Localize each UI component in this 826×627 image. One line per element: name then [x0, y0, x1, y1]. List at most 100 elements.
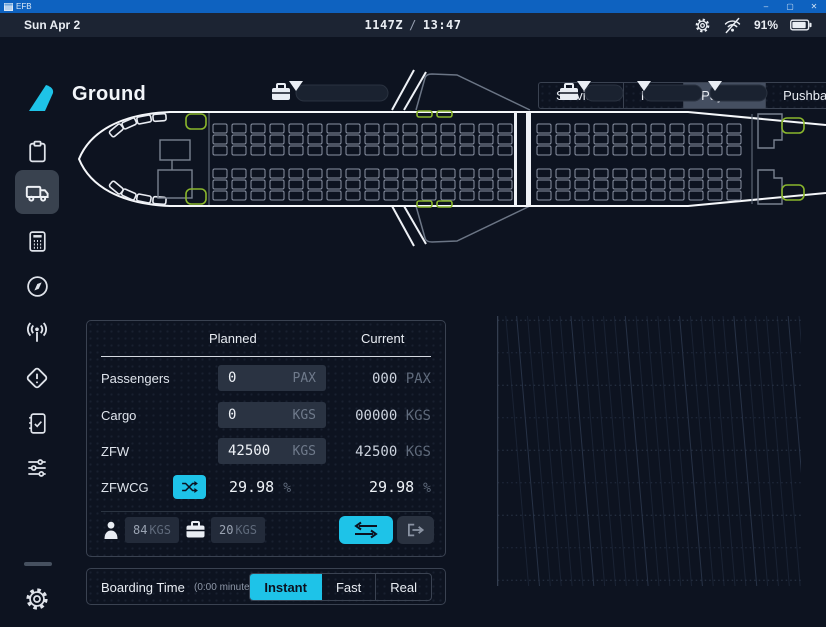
door-1L[interactable] — [186, 114, 206, 129]
sidebar-item-checklist[interactable] — [15, 401, 59, 445]
close-button[interactable]: ✕ — [802, 2, 826, 11]
seat — [270, 135, 284, 144]
boarding-time-duration: (0:00 minutes) — [194, 582, 258, 593]
sidebar-item-navigation[interactable] — [15, 264, 59, 308]
seat — [422, 191, 436, 200]
cargo-hold-3-bar[interactable] — [643, 85, 702, 101]
seat — [384, 169, 398, 178]
seat — [575, 135, 589, 144]
checklist-icon — [25, 411, 50, 436]
seat — [498, 180, 512, 189]
door-1R[interactable] — [186, 189, 206, 204]
header-rule — [101, 356, 431, 357]
seat — [251, 180, 265, 189]
seat — [441, 169, 455, 178]
pax-weight-field[interactable]: 84KGS — [125, 517, 179, 543]
seat — [613, 191, 627, 200]
seat — [384, 124, 398, 133]
sidebar-divider — [24, 562, 52, 566]
seat — [365, 135, 379, 144]
sidebar-item-radio[interactable] — [15, 310, 59, 354]
seat — [270, 169, 284, 178]
seat — [308, 191, 322, 200]
boarding-option-fast[interactable]: Fast — [322, 574, 376, 600]
seat — [422, 124, 436, 133]
seat — [251, 169, 265, 178]
seat — [403, 180, 417, 189]
zfw-planned-input[interactable]: 42500KGS — [218, 438, 326, 464]
seat — [594, 191, 608, 200]
boarding-option-real[interactable]: Real — [376, 574, 431, 600]
cargo-hold-1-bar[interactable] — [296, 85, 388, 101]
seat — [403, 191, 417, 200]
seat — [594, 135, 608, 144]
seat — [670, 146, 684, 155]
passengers-label: Passengers — [101, 371, 170, 386]
seat — [479, 124, 493, 133]
seat — [289, 124, 303, 133]
shuffle-icon — [181, 480, 199, 494]
seat — [689, 191, 703, 200]
seat — [479, 135, 493, 144]
seat — [498, 146, 512, 155]
seat — [251, 135, 265, 144]
seat — [632, 146, 646, 155]
sidebar-item-flightplan[interactable] — [15, 129, 59, 173]
cargo-planned-input[interactable]: 0KGS — [218, 402, 326, 428]
seat — [594, 169, 608, 178]
seat — [232, 169, 246, 178]
seat — [613, 169, 627, 178]
seat — [575, 191, 589, 200]
boarding-option-instant[interactable]: Instant — [250, 574, 322, 600]
seat — [556, 146, 570, 155]
briefcase-icon — [186, 521, 205, 538]
seat — [460, 169, 474, 178]
seat — [346, 169, 360, 178]
seat — [727, 180, 741, 189]
seat — [460, 124, 474, 133]
load-transfer-button[interactable] — [339, 516, 393, 544]
seat — [346, 180, 360, 189]
sidebar-item-ground[interactable] — [15, 170, 59, 214]
seat — [308, 180, 322, 189]
sidebar-item-settings[interactable] — [15, 577, 59, 621]
current-column-header: Current — [361, 331, 404, 346]
sidebar-item-failures[interactable] — [15, 356, 59, 400]
seat — [727, 124, 741, 133]
sidebar-item-performance[interactable] — [15, 219, 59, 263]
export-button[interactable] — [397, 516, 434, 544]
antenna-icon — [24, 319, 50, 345]
cargo-hold-2-bar[interactable] — [585, 85, 623, 101]
bag-weight-field[interactable]: 20KGS — [211, 517, 265, 543]
wifi-off-icon[interactable] — [723, 17, 742, 34]
seat — [251, 146, 265, 155]
seat — [498, 169, 512, 178]
sidebar-item-settings-quick[interactable] — [15, 446, 59, 490]
seat — [575, 146, 589, 155]
minimize-button[interactable]: – — [754, 2, 778, 11]
seat — [327, 135, 341, 144]
seat — [556, 169, 570, 178]
cargo-hold-indicators — [272, 81, 767, 101]
seat — [613, 135, 627, 144]
seat — [346, 191, 360, 200]
seat — [479, 191, 493, 200]
passengers-planned-input[interactable]: 0PAX — [218, 365, 326, 391]
seat — [327, 191, 341, 200]
seat — [289, 146, 303, 155]
cargo-hold-4-bar[interactable] — [710, 85, 767, 101]
maximize-button[interactable]: ▢ — [778, 2, 802, 11]
seat — [346, 146, 360, 155]
calculator-icon — [25, 229, 50, 254]
seat — [632, 180, 646, 189]
boarding-speed-group: Instant Fast Real — [249, 573, 432, 601]
seat — [670, 169, 684, 178]
seat — [556, 191, 570, 200]
sidebar — [0, 74, 66, 627]
seat — [384, 146, 398, 155]
seat — [441, 146, 455, 155]
seat — [651, 191, 665, 200]
seat — [727, 146, 741, 155]
gear-icon[interactable] — [694, 17, 711, 34]
zfwcg-random-button[interactable] — [173, 475, 206, 499]
